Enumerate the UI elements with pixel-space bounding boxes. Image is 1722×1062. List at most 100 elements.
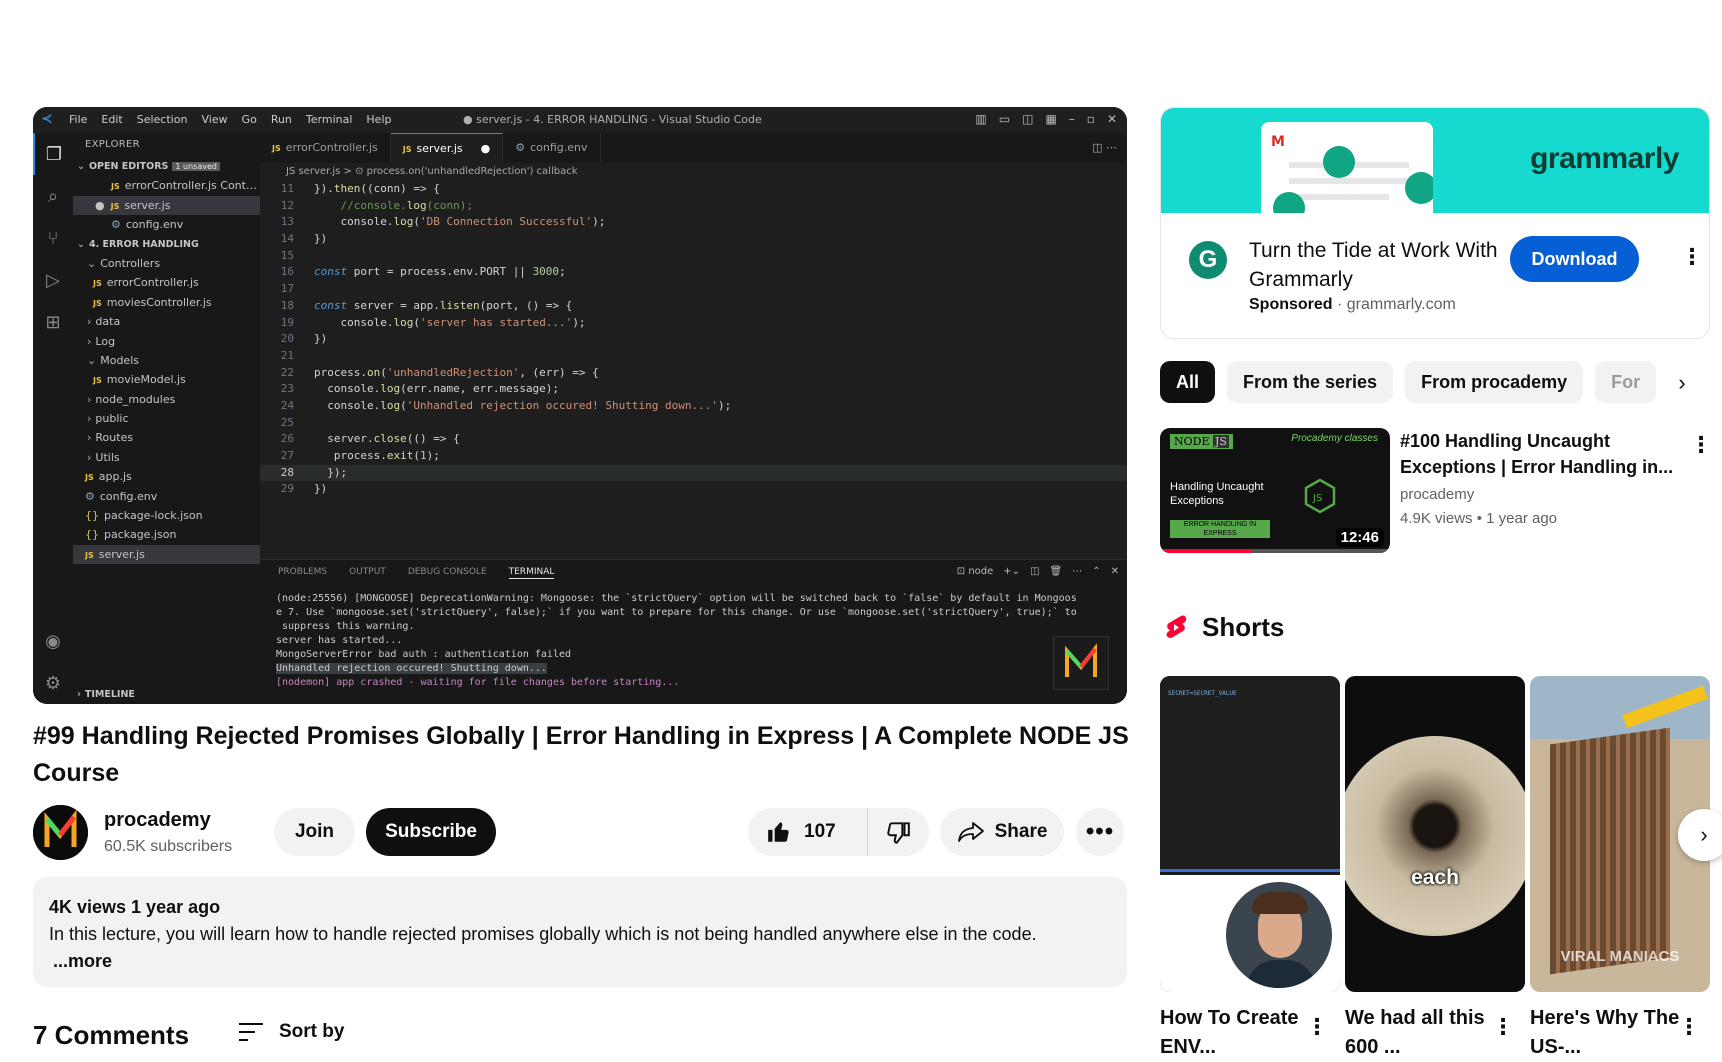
watch-progress-bar (1160, 549, 1390, 553)
share-button[interactable]: Share (940, 808, 1064, 856)
layout-icon: ▥ (975, 112, 987, 126)
files-icon: ❐ (33, 133, 73, 175)
disc-image (1345, 736, 1525, 936)
code-line: 26 server.close(() => { (260, 431, 1127, 448)
thumbs-up-icon (768, 822, 789, 842)
tree-file: JS moviesController.js (93, 295, 212, 309)
ad-meta: Sponsored · grammarly.com (1249, 296, 1456, 313)
project-section: ⌄ 4. ERROR HANDLING (77, 238, 199, 250)
vscode-explorer: EXPLORER ⌄ OPEN EDITORS 1 unsaved JS errorC… (73, 133, 260, 704)
panel-tab: OUTPUT (349, 567, 386, 577)
recommended-video-title[interactable]: #100 Handling Uncaught Exceptions | Erro… (1400, 428, 1675, 480)
share-icon (957, 822, 984, 842)
code-line: 22 process.on('unhandledRejection', (err)… (260, 365, 1127, 382)
editor-tab: ⚙ config.env (503, 133, 601, 163)
description-text: In this lecture, you will learn how to h… (49, 924, 1037, 944)
vscode-code-editor: 11}).then((conn) => {12 //console.log(co… (260, 181, 1127, 551)
more-actions-button[interactable]: ••• (1076, 808, 1124, 856)
ad-title: Turn the Tide at Work With Grammarly (1249, 239, 1498, 291)
tree-folder: › Log (87, 334, 116, 348)
more-icon: ⋯ (1072, 566, 1083, 577)
sponsored-label: Sponsored (1249, 296, 1333, 313)
dislike-button[interactable] (868, 808, 928, 856)
code-text: }) (314, 332, 328, 346)
terminal-line-highlight: Unhandled rejection occured! Shutting do… (276, 663, 547, 674)
split-icon: ◫ (1022, 112, 1034, 126)
code-line: 27 process.exit(1); (260, 448, 1127, 465)
vscode-menu-item: Help (366, 113, 392, 126)
vscode-menu-item: Run (270, 113, 292, 126)
open-editors-section: ⌄ OPEN EDITORS 1 unsaved (73, 157, 260, 176)
show-more-link[interactable]: ...more (49, 948, 1111, 975)
video-player[interactable]: ≺ File Edit Selection View Go Run Termin… (33, 107, 1127, 704)
code-text: process.exit(1); (314, 449, 440, 462)
grammarly-ad-card[interactable]: M grammarly G Turn the Tide at Work With… (1160, 107, 1710, 339)
short-thumbnail[interactable]: SECRET=SECRET_VALUE (1160, 676, 1340, 992)
timeline-section: › TIMELINE (77, 688, 135, 700)
thumbnail-text: Handling Uncaught Exceptions (1170, 481, 1264, 507)
split-terminal-icon: ◫ (1030, 566, 1040, 577)
video-thumbnail[interactable]: NODE JS Procademy classes Handling Uncau… (1160, 428, 1390, 553)
ad-download-button[interactable]: Download (1510, 236, 1639, 282)
join-button[interactable]: Join (274, 808, 355, 856)
subscribe-button[interactable]: Subscribe (366, 808, 496, 856)
chip-for-you[interactable]: For (1595, 361, 1657, 403)
line-number: 17 (280, 282, 294, 296)
grid-icon: ▦ (1045, 112, 1057, 126)
short-thumbnail[interactable]: each (1345, 676, 1525, 992)
vscode-window-title: ● server.js - 4. ERROR HANDLING - Visual… (463, 113, 762, 126)
short-title[interactable]: We had all this 600 ... (1345, 1004, 1495, 1062)
video-menu-icon[interactable]: ⋮ (1690, 434, 1712, 456)
code-line: 21 (260, 348, 1127, 365)
search-icon: ⌕ (47, 185, 59, 207)
panel-tab: DEBUG CONSOLE (407, 567, 487, 577)
short-menu-icon[interactable]: ⋮ (1492, 1016, 1514, 1038)
code-line: 12 //console.log(conn); (260, 198, 1127, 215)
recommended-video[interactable]: NODE JS Procademy classes Handling Uncau… (1160, 428, 1712, 553)
chip-from-series[interactable]: From the series (1227, 361, 1394, 403)
line-number: 18 (280, 298, 294, 312)
short-menu-icon[interactable]: ⋮ (1306, 1016, 1328, 1038)
maximize-panel-icon: ⌃ (1092, 566, 1101, 577)
shorts-logo-icon (1166, 615, 1187, 638)
trash-icon: 🗑 (1049, 566, 1063, 577)
line-number: 24 (280, 398, 294, 412)
border-wall-image (1550, 727, 1670, 975)
short-title[interactable]: Here's Why The US-... (1530, 1004, 1680, 1062)
ad-domain: grammarly.com (1346, 296, 1456, 313)
panel-tab: PROBLEMS (278, 567, 328, 577)
channel-avatar[interactable] (33, 805, 88, 860)
settings-gear-icon: ⚙ (44, 672, 62, 694)
line-number: 19 (280, 315, 294, 329)
description-box[interactable]: 4K views 1 year ago In this lecture, you… (33, 877, 1127, 987)
close-icon: ✕ (1106, 112, 1117, 126)
like-button[interactable]: 107 (748, 808, 868, 856)
code-text: process.on('unhandledRejection', (err) =… (314, 365, 599, 379)
tree-file: JS errorController.js (93, 276, 199, 290)
shorts-next-chevron-icon[interactable]: › (1678, 809, 1722, 861)
tree-folder: › public (87, 412, 129, 426)
code-line: 17 (260, 281, 1127, 298)
code-line: 29}) (260, 481, 1127, 498)
shorts-heading: Shorts (1164, 612, 1284, 643)
tree-folder: ⌄ Controllers (87, 256, 161, 270)
sort-comments-button[interactable]: Sort by (237, 1021, 344, 1043)
code-line: 20}) (260, 331, 1127, 348)
grammarly-wordmark: grammarly (1530, 142, 1679, 175)
terminal-line: e 7. Use `mongoose.set('strictQuery', fa… (276, 607, 1077, 618)
chip-from-channel[interactable]: From procademy (1405, 361, 1584, 403)
tree-file: JS app.js (85, 470, 132, 484)
vscode-menu: File Edit Selection View Go Run Terminal… (69, 113, 391, 126)
channel-name[interactable]: procademy (104, 809, 211, 832)
recommended-video-channel[interactable]: procademy (1400, 486, 1474, 503)
ad-menu-icon[interactable]: ⋮ (1681, 246, 1703, 268)
comments-heading: 7 Comments (33, 1020, 190, 1050)
tree-folder: › Utils (87, 450, 120, 464)
code-line: 16 const port = process.env.PORT || 3000; (260, 264, 1127, 281)
chip-all[interactable]: All (1160, 361, 1216, 403)
chevron-right-icon[interactable]: › (1664, 365, 1700, 401)
short-menu-icon[interactable]: ⋮ (1678, 1016, 1700, 1038)
short-title[interactable]: How To Create ENV... (1160, 1004, 1310, 1062)
line-number: 14 (280, 232, 294, 246)
line-number: 23 (280, 382, 294, 396)
